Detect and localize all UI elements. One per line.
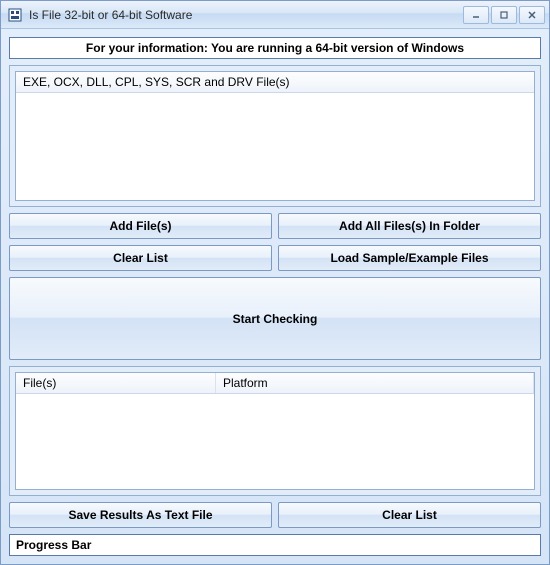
- window-controls: [463, 6, 545, 24]
- add-files-button[interactable]: Add File(s): [9, 213, 272, 239]
- save-results-button[interactable]: Save Results As Text File: [9, 502, 272, 528]
- results-header: File(s) Platform: [16, 373, 534, 394]
- results-col-platform[interactable]: Platform: [216, 373, 534, 393]
- results-col-files[interactable]: File(s): [16, 373, 216, 393]
- input-file-list[interactable]: EXE, OCX, DLL, CPL, SYS, SCR and DRV Fil…: [15, 71, 535, 201]
- clear-list-top-button[interactable]: Clear List: [9, 245, 272, 271]
- results-group: File(s) Platform: [9, 366, 541, 496]
- titlebar: Is File 32-bit or 64-bit Software: [1, 1, 549, 29]
- load-sample-button[interactable]: Load Sample/Example Files: [278, 245, 541, 271]
- results-list[interactable]: File(s) Platform: [15, 372, 535, 490]
- results-body: [16, 394, 534, 489]
- start-checking-button[interactable]: Start Checking: [9, 277, 541, 360]
- close-button[interactable]: [519, 6, 545, 24]
- window-title: Is File 32-bit or 64-bit Software: [29, 8, 457, 22]
- client-area: For your information: You are running a …: [1, 29, 549, 564]
- input-list-header: EXE, OCX, DLL, CPL, SYS, SCR and DRV Fil…: [16, 72, 534, 93]
- minimize-button[interactable]: [463, 6, 489, 24]
- clear-list-bottom-button[interactable]: Clear List: [278, 502, 541, 528]
- progress-bar-label: Progress Bar: [9, 534, 541, 556]
- app-icon: [7, 7, 23, 23]
- maximize-button[interactable]: [491, 6, 517, 24]
- info-banner: For your information: You are running a …: [9, 37, 541, 59]
- add-folder-button[interactable]: Add All Files(s) In Folder: [278, 213, 541, 239]
- app-window: Is File 32-bit or 64-bit Software For yo…: [0, 0, 550, 565]
- input-list-group: EXE, OCX, DLL, CPL, SYS, SCR and DRV Fil…: [9, 65, 541, 207]
